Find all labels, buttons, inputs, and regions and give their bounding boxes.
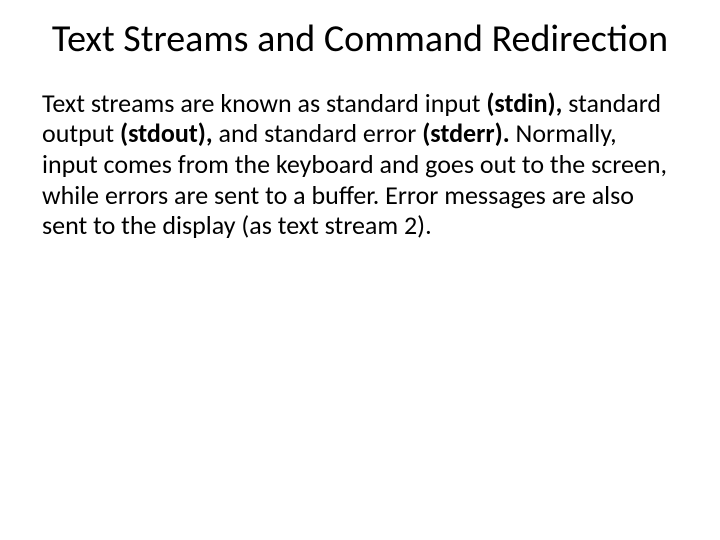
slide-title: Text Streams and Command Redirection (42, 18, 678, 62)
body-text: Text streams are known as standard input (42, 87, 486, 119)
bold-stderr: (stderr). (422, 117, 509, 149)
slide: Text Streams and Command Redirection Tex… (0, 0, 720, 540)
slide-body: Text streams are known as standard input… (42, 88, 678, 241)
bold-stdin: (stdin), (486, 87, 562, 119)
bold-stdout: (stdout), (120, 117, 213, 149)
body-text: and standard error (213, 117, 423, 149)
